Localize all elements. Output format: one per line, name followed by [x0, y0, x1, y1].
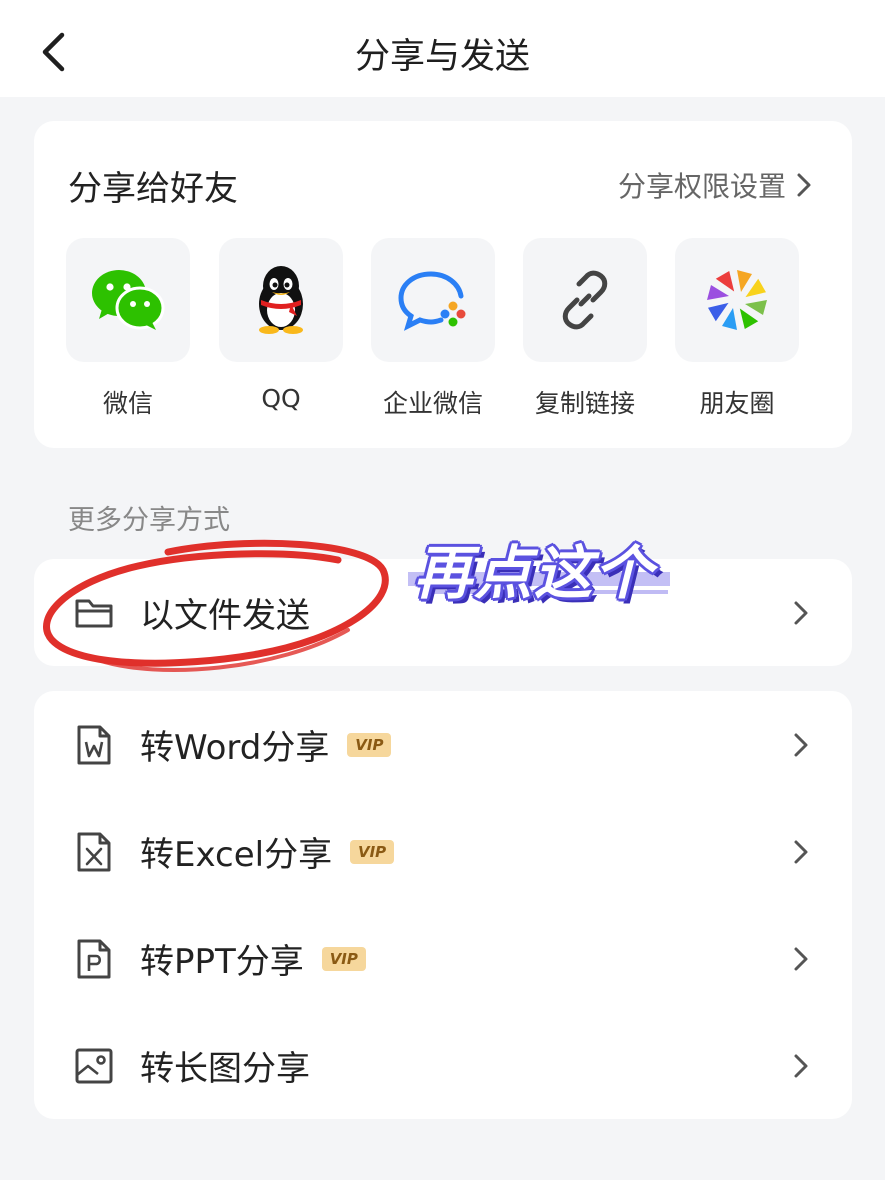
share-item-label: QQ — [261, 384, 301, 413]
row-icon — [74, 937, 114, 981]
chevron-right-icon — [797, 173, 811, 197]
convert-ppt-row[interactable]: 转PPT分享 VIP — [34, 905, 852, 1012]
convert-share-card: 转Word分享 VIP 转Excel分享 VIP 转PPT分享 VIP 转长图分… — [34, 691, 852, 1119]
row-label-text: 转Excel分享 — [140, 835, 333, 875]
excel-file-icon — [77, 832, 111, 871]
convert-long-image-label: 转长图分享 — [140, 1041, 310, 1090]
row-label-text: 转Word分享 — [140, 728, 330, 768]
page-title: 分享与发送 — [354, 37, 530, 77]
share-item-label: 朋友圈 — [699, 389, 775, 418]
row-label-text: 以文件发送 — [140, 596, 310, 636]
convert-long-image-row[interactable]: 转长图分享 — [34, 1012, 852, 1119]
send-as-file-label: 以文件发送 — [140, 588, 310, 637]
row-icon — [74, 591, 114, 635]
row-icon — [74, 723, 114, 767]
share-moments-button[interactable]: 朋友圈 — [675, 238, 799, 420]
row-icon — [74, 1044, 114, 1088]
convert-excel-row[interactable]: 转Excel分享 VIP — [34, 798, 852, 905]
share-item-label: 微信 — [102, 389, 153, 418]
row-icon — [74, 830, 114, 874]
share-to-friends-card: 分享给好友 分享权限设置 微信 QQ 企业微信 复制链接 朋友圈 — [34, 121, 852, 448]
chevron-right-icon — [794, 1054, 808, 1077]
long-image-icon — [75, 1048, 113, 1083]
folder-icon — [75, 599, 113, 627]
share-friends-title: 分享给好友 — [68, 169, 238, 209]
vip-badge: VIP — [321, 946, 366, 971]
moments-icon — [707, 270, 767, 330]
convert-ppt-label: 转PPT分享 VIP — [140, 934, 366, 983]
share-wechat-button[interactable]: 微信 — [66, 238, 190, 420]
vip-badge: VIP — [350, 839, 395, 864]
share-item-label: 企业微信 — [382, 389, 483, 418]
wecom-icon — [398, 271, 466, 331]
qq-icon — [259, 266, 303, 334]
vip-badge: VIP — [347, 732, 392, 757]
convert-excel-label: 转Excel分享 VIP — [140, 827, 395, 876]
share-icon-box — [523, 238, 647, 362]
convert-word-row[interactable]: 转Word分享 VIP — [34, 691, 852, 798]
share-icon-box — [66, 238, 190, 362]
convert-word-label: 转Word分享 VIP — [140, 720, 392, 769]
chevron-right-icon — [794, 733, 808, 756]
share-permission-label: 分享权限设置 — [617, 170, 786, 203]
row-label-text: 转长图分享 — [140, 1049, 310, 1089]
share-wecom-button[interactable]: 企业微信 — [371, 238, 495, 420]
share-icon-box — [675, 238, 799, 362]
chevron-right-icon — [794, 840, 808, 863]
row-label-text: 转PPT分享 — [140, 942, 304, 982]
annotation-text: 再点这个 — [414, 539, 655, 607]
share-qq-button[interactable]: QQ — [219, 238, 343, 413]
share-item-label: 复制链接 — [534, 389, 635, 418]
share-permission-settings-link[interactable]: 分享权限设置 — [618, 165, 812, 205]
more-share-section-label: 更多分享方式 — [68, 505, 230, 536]
share-icon-box — [219, 238, 343, 362]
copy-link-button[interactable]: 复制链接 — [523, 238, 647, 420]
top-nav-bar: 分享与发送 — [0, 0, 885, 97]
share-icon-box — [371, 238, 495, 362]
chevron-right-icon — [794, 947, 808, 970]
word-file-icon — [77, 725, 111, 764]
chevron-right-icon — [794, 601, 808, 624]
link-icon — [562, 270, 608, 330]
ppt-file-icon — [77, 939, 111, 978]
wechat-icon — [92, 270, 165, 330]
